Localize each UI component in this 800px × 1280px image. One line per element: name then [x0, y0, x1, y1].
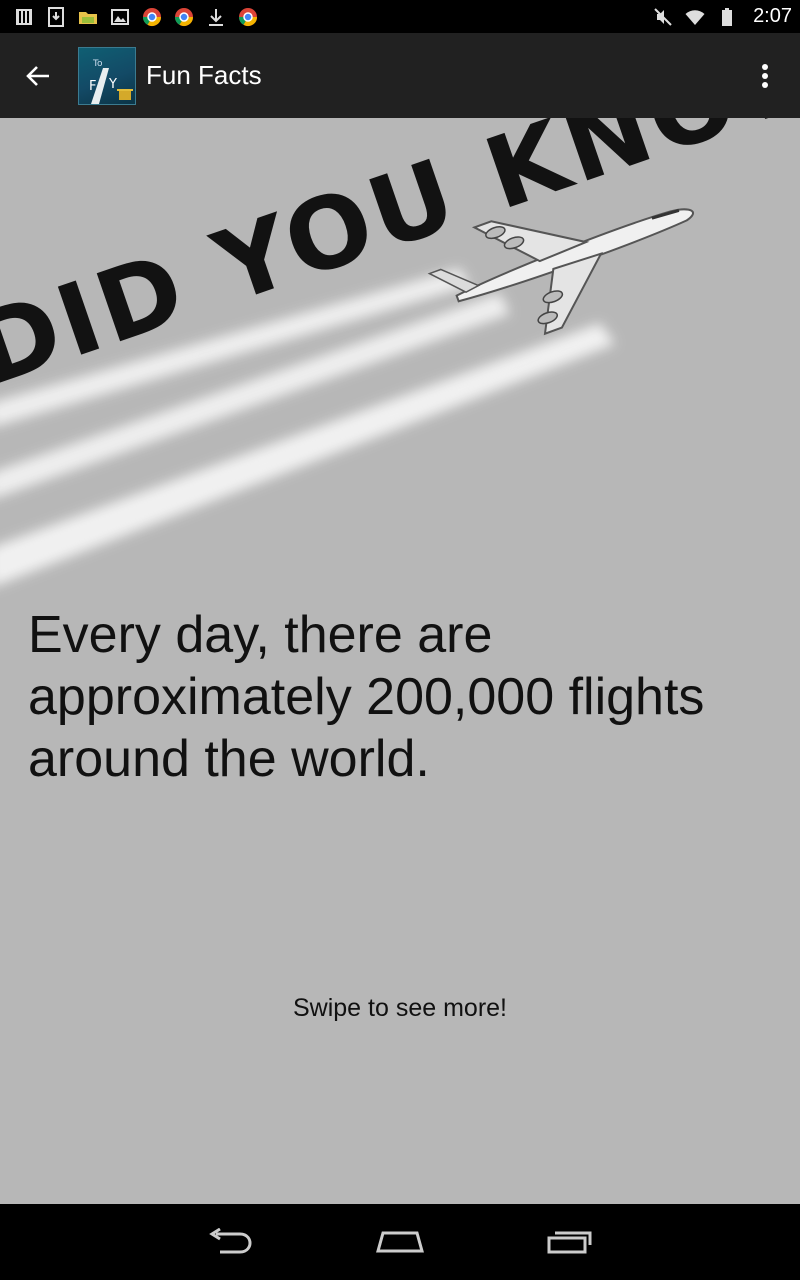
app-logo: To F Y [78, 46, 136, 105]
up-navigation-button[interactable] [0, 33, 76, 118]
notification-icons [14, 0, 258, 33]
clock: 2:07 [753, 5, 792, 27]
hero-headline: DID YOU KNOW... [0, 118, 800, 408]
overflow-menu-button[interactable] [750, 33, 780, 118]
image-icon [111, 8, 129, 25]
app-logo-icon: To F Y [89, 59, 133, 104]
recents-icon [547, 1231, 592, 1254]
nav-back-button[interactable] [190, 1204, 270, 1280]
status-bar: 2:07 [0, 0, 800, 33]
download-app-icon [48, 6, 64, 27]
chrome-icon [239, 7, 257, 26]
sim-card-icon [16, 8, 32, 25]
svg-text:F: F [89, 79, 96, 94]
svg-text:Y: Y [108, 77, 117, 92]
fact-text: Every day, there are approximately 200,0… [28, 606, 705, 788]
chrome-icon [175, 7, 193, 26]
did-you-know-banner: DID YOU KNOW... [0, 118, 800, 585]
more-vert-icon [762, 63, 768, 88]
action-bar: To F Y Fun Facts [0, 33, 800, 118]
back-icon [209, 1228, 252, 1254]
nav-home-button[interactable] [360, 1204, 440, 1280]
swipe-hint: Swipe to see more! [293, 994, 507, 1022]
system-navigation-bar [0, 1204, 800, 1280]
home-icon [376, 1231, 424, 1253]
folder-icon [79, 11, 97, 24]
nav-recents-button[interactable] [530, 1204, 610, 1280]
svg-text:To: To [92, 59, 103, 69]
arrow-back-icon [26, 65, 49, 86]
mute-icon [654, 7, 672, 26]
page-title: Fun Facts [146, 60, 262, 90]
battery-icon [722, 7, 733, 26]
fact-page[interactable]: DID YOU KNOW... Every day, there are app… [0, 118, 800, 1204]
download-icon [209, 8, 223, 26]
chrome-icon [143, 7, 161, 26]
system-icons: 2:07 [653, 0, 792, 33]
wifi-icon [685, 9, 705, 25]
